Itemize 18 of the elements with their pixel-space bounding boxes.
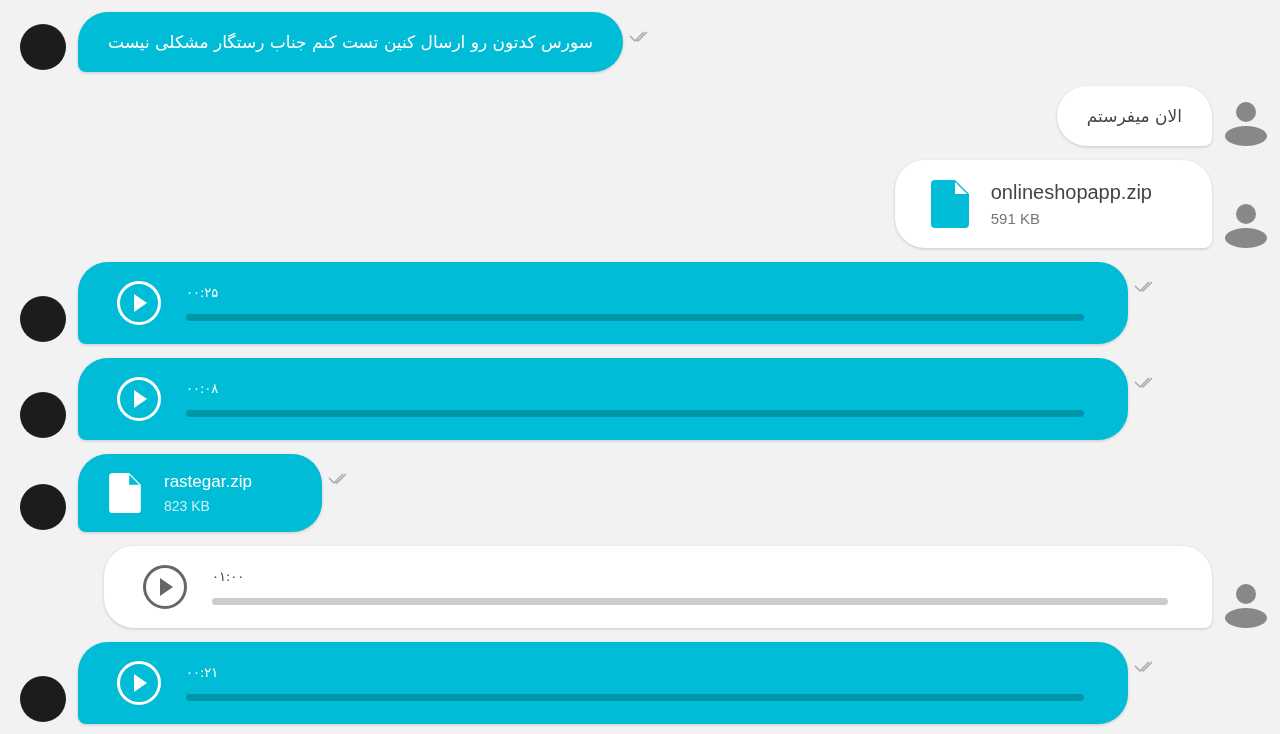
file-message[interactable]: onlineshopapp.zip 591 KB [894,160,1212,248]
file-icon [930,180,969,228]
file-icon [108,473,142,513]
audio-progress-track[interactable] [186,314,1084,321]
voice-duration: ۰۱:۰۰ [212,569,245,584]
message-bubble: سورس کدتون رو ارسال کنین تست کنم جناب رستگار مشکلی نیست [78,12,623,72]
audio-progress-track[interactable] [186,410,1084,417]
file-name: onlineshopapp.zip [990,181,1152,204]
voice-duration: ۰۰:۲۵ [186,285,219,300]
file-size: 823 KB [164,498,211,514]
audio-progress-track[interactable] [186,694,1084,701]
file-size: 591 KB [990,210,1041,227]
message-bubble: الان میفرستم [1056,86,1212,146]
voice-duration: ۰۰:۲۱ [186,665,219,680]
file-name: rastegar.zip [164,472,252,492]
voice-duration: ۰۰:۰۸ [186,381,219,396]
play-button[interactable] [142,564,188,610]
audio-progress-track[interactable] [212,598,1168,605]
